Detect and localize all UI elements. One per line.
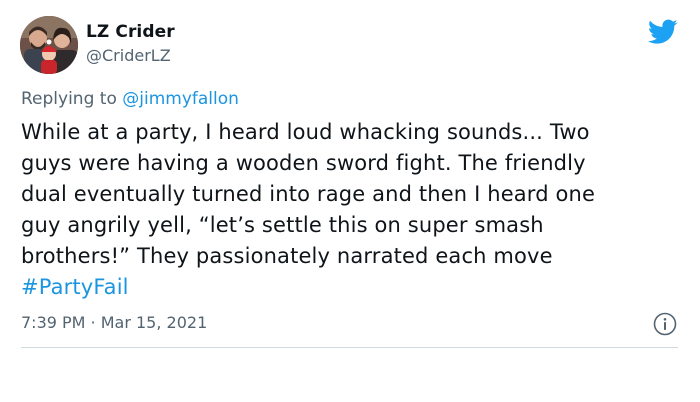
tweet-line: dual eventually turned into rage and the…: [21, 182, 596, 206]
tweet-body: While at a party, I heard loud whacking …: [21, 117, 683, 303]
reply-mention-link[interactable]: @jimmyfallon: [122, 89, 239, 109]
info-icon[interactable]: [652, 311, 678, 337]
hashtag-link[interactable]: #PartyFail: [21, 272, 683, 303]
tweet-line: brothers!” They passionately narrated ea…: [21, 244, 553, 268]
family-photo-avatar-icon: [20, 16, 78, 74]
info-icon-shape: [653, 312, 677, 336]
reply-prefix: Replying to: [21, 89, 117, 109]
tweet-line: guy angrily yell, “let’s settle this on …: [21, 213, 544, 237]
author-avatar[interactable]: [20, 16, 78, 74]
reply-context: Replying to @jimmyfallon: [21, 89, 239, 109]
twitter-bird-shape: [647, 19, 678, 44]
twitter-bird-icon[interactable]: [647, 19, 678, 45]
tweet-timestamp-link[interactable]: 7:39 PM · Mar 15, 2021: [21, 313, 207, 332]
bottom-divider: [21, 347, 678, 348]
tweet-card: LZ Crider @CriderLZ Replying to @jimmyfa…: [0, 0, 700, 402]
author-display-name[interactable]: LZ Crider: [86, 22, 175, 42]
author-handle[interactable]: @CriderLZ: [86, 46, 171, 65]
tweet-line: guys were having a wooden sword fight. T…: [21, 151, 586, 175]
tweet-line: While at a party, I heard loud whacking …: [21, 120, 590, 144]
